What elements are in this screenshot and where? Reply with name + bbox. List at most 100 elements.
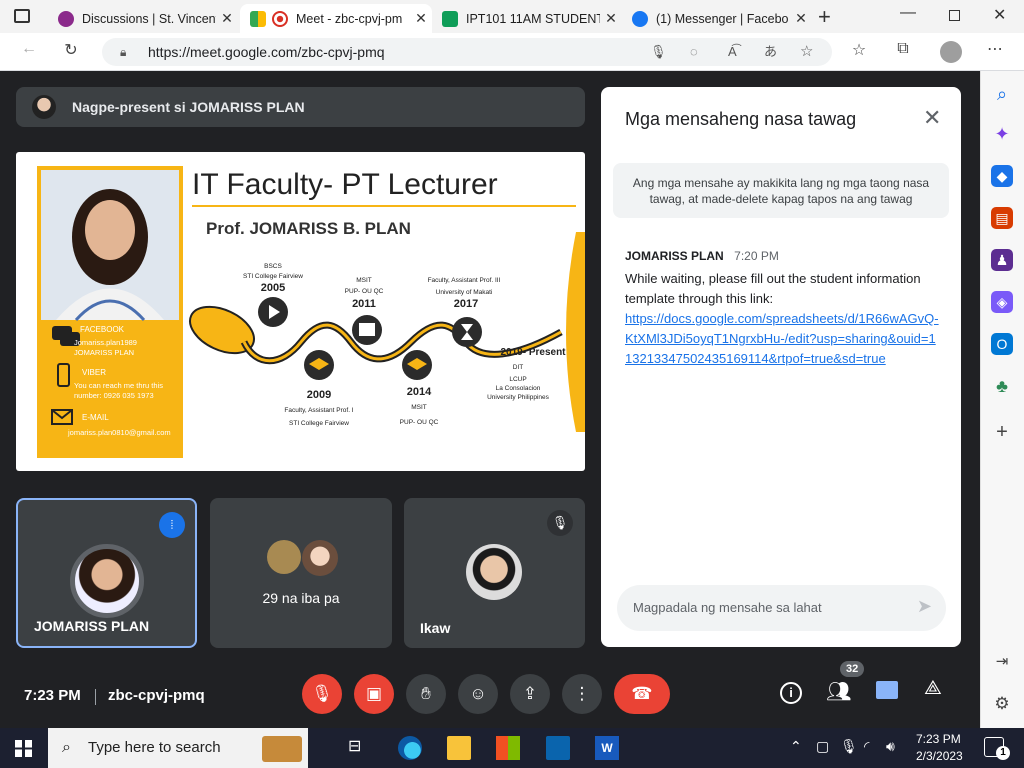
settings-gear-icon[interactable]: ⚙ bbox=[991, 693, 1013, 715]
word-icon[interactable]: W bbox=[595, 736, 619, 760]
facebook-icon bbox=[632, 10, 648, 27]
raise-hand-button[interactable]: ✋︎ bbox=[406, 674, 446, 714]
new-tab-icon[interactable]: + bbox=[818, 4, 831, 30]
collections-icon[interactable]: ⧉ bbox=[888, 40, 918, 58]
contact-line: JOMARISS PLAN bbox=[74, 348, 134, 357]
tab-title: Discussions | St. Vincent bbox=[82, 11, 216, 26]
store-icon[interactable] bbox=[496, 736, 520, 760]
close-tab-icon[interactable]: ✕ bbox=[600, 10, 622, 27]
microsoft365-icon[interactable]: ◈ bbox=[991, 291, 1013, 313]
notification-count: 1 bbox=[996, 746, 1010, 760]
back-icon[interactable]: ← bbox=[14, 40, 44, 58]
more-options-button[interactable]: ⋮ bbox=[562, 674, 602, 714]
camera-off-button[interactable]: ▣ bbox=[354, 674, 394, 714]
chevron-up-icon[interactable]: ⌃ bbox=[790, 738, 802, 755]
taskbar-date[interactable]: 2/3/2023 bbox=[916, 749, 963, 763]
browser-tab-strip: Discussions | St. Vincent ✕ Meet - zbc-c… bbox=[0, 0, 1024, 33]
read-aloud-icon[interactable]: A͡ bbox=[728, 38, 737, 66]
games-icon[interactable]: ♟ bbox=[991, 249, 1013, 271]
contact-label: FACEBOOK bbox=[80, 325, 125, 334]
send-icon[interactable]: ➤ bbox=[917, 596, 932, 617]
participant-tile-self[interactable]: 🎙︎ Ikaw bbox=[404, 498, 585, 648]
search-icon[interactable]: ⌕ bbox=[991, 83, 1013, 105]
shopping-tag-icon[interactable]: ◆ bbox=[991, 165, 1013, 187]
minimize-icon[interactable]: — bbox=[900, 4, 916, 22]
sheets-icon bbox=[442, 10, 458, 27]
file-explorer-icon[interactable] bbox=[447, 736, 471, 760]
close-icon[interactable]: ✕ bbox=[923, 105, 941, 131]
chat-icon[interactable] bbox=[876, 681, 898, 699]
mail-icon[interactable] bbox=[546, 736, 570, 760]
taskbar-time[interactable]: 7:23 PM bbox=[916, 732, 961, 746]
milestone-label: STI College Fairview bbox=[289, 420, 349, 427]
reactions-button[interactable]: ☺ bbox=[458, 674, 498, 714]
tree-icon[interactable]: ♣ bbox=[991, 375, 1013, 397]
taskbar-search[interactable]: ⌕ Type here to search bbox=[48, 728, 308, 768]
tab-meet[interactable]: Meet - zbc-cpvj-pm ✕ bbox=[240, 4, 432, 33]
add-favorite-icon[interactable]: ☆ bbox=[800, 38, 813, 66]
start-divider bbox=[22, 740, 25, 757]
slide-presenter-name: Prof. JOMARISS B. PLAN bbox=[206, 219, 411, 238]
milestone-label: BSCS bbox=[264, 263, 282, 270]
participant-tile-others[interactable]: 29 na iba pa bbox=[210, 498, 392, 648]
hide-sidebar-icon[interactable]: ⇥ bbox=[991, 651, 1013, 673]
outlook-icon[interactable]: O bbox=[991, 333, 1013, 355]
tab-actions-icon[interactable] bbox=[14, 9, 30, 23]
chat-input[interactable]: Magpadala ng mensahe sa lahat ➤ bbox=[617, 585, 946, 631]
microphone-icon[interactable]: 🎙︎ bbox=[650, 38, 667, 66]
refresh-icon[interactable]: ↻ bbox=[56, 40, 86, 60]
close-tab-icon[interactable]: ✕ bbox=[410, 10, 432, 27]
more-menu-icon[interactable]: ⋯ bbox=[980, 39, 1010, 59]
tab-messenger[interactable]: (1) Messenger | Facebo ✕ bbox=[622, 4, 812, 33]
address-toolbar: ← ↻ 🔒︎ https://meet.google.com/zbc-cpvj-… bbox=[0, 33, 1024, 71]
tab-discussions[interactable]: Discussions | St. Vincent ✕ bbox=[48, 4, 238, 33]
mic-off-button[interactable]: 🎙︎ bbox=[302, 674, 342, 714]
milestone-year: 2017 bbox=[454, 298, 478, 310]
volume-icon[interactable]: 🔊︎ bbox=[886, 738, 895, 755]
leave-call-button[interactable]: ☎︎ bbox=[614, 674, 670, 714]
notice-text: Ang mga mensahe ay makikita lang ng mga … bbox=[632, 176, 930, 206]
message-link[interactable]: https://docs.google.com/spreadsheets/d/1… bbox=[625, 309, 940, 369]
speaking-indicator-icon: ⦙ bbox=[159, 512, 185, 538]
milestone-year: 2014 bbox=[407, 386, 432, 398]
milestone-label: La Consolacion bbox=[496, 385, 541, 392]
tab-sheets[interactable]: IPT101 11AM STUDENT ✕ bbox=[432, 4, 622, 33]
presentation-slide: FACEBOOK Jomariss.plan1989 JOMARISS PLAN… bbox=[16, 152, 585, 471]
edge-sidebar: ⌕ ✦ ◆ ▤ ♟ ◈ O ♣ + ⇥ ⚙ bbox=[980, 71, 1024, 728]
mic-tray-icon[interactable]: 🎙︎ bbox=[840, 738, 858, 755]
meet-stage: Nagpe-present si JOMARISS PLAN FACEBOOK … bbox=[0, 71, 980, 728]
participant-tile-presenter[interactable]: ⦙ JOMARISS PLAN bbox=[16, 498, 197, 648]
url-field[interactable]: 🔒︎ https://meet.google.com/zbc-cpvj-pmq … bbox=[102, 38, 832, 66]
activities-icon[interactable]: ⟁ bbox=[924, 677, 942, 700]
close-window-icon[interactable]: ✕ bbox=[993, 5, 1006, 25]
sparkle-icon[interactable]: ✦ bbox=[991, 123, 1013, 145]
present-screen-button[interactable]: ⇪ bbox=[510, 674, 550, 714]
mic-off-icon: 🎙︎ bbox=[547, 510, 573, 536]
wifi-icon[interactable]: ◜ bbox=[864, 738, 869, 755]
milestone-label: PUP- OU QC bbox=[400, 419, 439, 426]
edge-icon[interactable] bbox=[398, 736, 422, 760]
profile-avatar[interactable] bbox=[940, 41, 962, 63]
book-graphic bbox=[566, 232, 585, 432]
chat-title: Mga mensaheng nasa tawag bbox=[625, 109, 857, 129]
presenter-avatar bbox=[32, 95, 56, 119]
participant-avatar bbox=[70, 544, 144, 618]
people-icon[interactable]: 👥︎ bbox=[826, 679, 851, 704]
add-icon[interactable]: + bbox=[991, 421, 1013, 443]
restore-icon[interactable] bbox=[949, 10, 960, 21]
favorites-icon[interactable]: ☆ bbox=[844, 40, 874, 60]
divider bbox=[95, 689, 96, 705]
close-tab-icon[interactable]: ✕ bbox=[790, 10, 812, 27]
translate-icon[interactable]: あ bbox=[764, 38, 777, 66]
milestone-year: 2019- Present bbox=[500, 347, 566, 358]
windows-taskbar: ⌕ Type here to search ⊟ W ⌃ ▢ 🎙︎ ◜ 🔊︎ 7:… bbox=[0, 728, 1024, 768]
meet-tray-icon[interactable]: ▢ bbox=[816, 738, 829, 755]
info-icon[interactable]: i bbox=[780, 682, 802, 704]
close-tab-icon[interactable]: ✕ bbox=[216, 10, 238, 27]
tools-icon[interactable]: ▤ bbox=[991, 207, 1013, 229]
task-view-icon[interactable]: ⊟ bbox=[348, 736, 372, 760]
seal-icon bbox=[58, 10, 74, 27]
message-sender: JOMARISS PLAN bbox=[625, 249, 724, 263]
camera-blocked-icon[interactable]: ◌ bbox=[690, 38, 698, 66]
participant-avatar bbox=[302, 540, 338, 576]
